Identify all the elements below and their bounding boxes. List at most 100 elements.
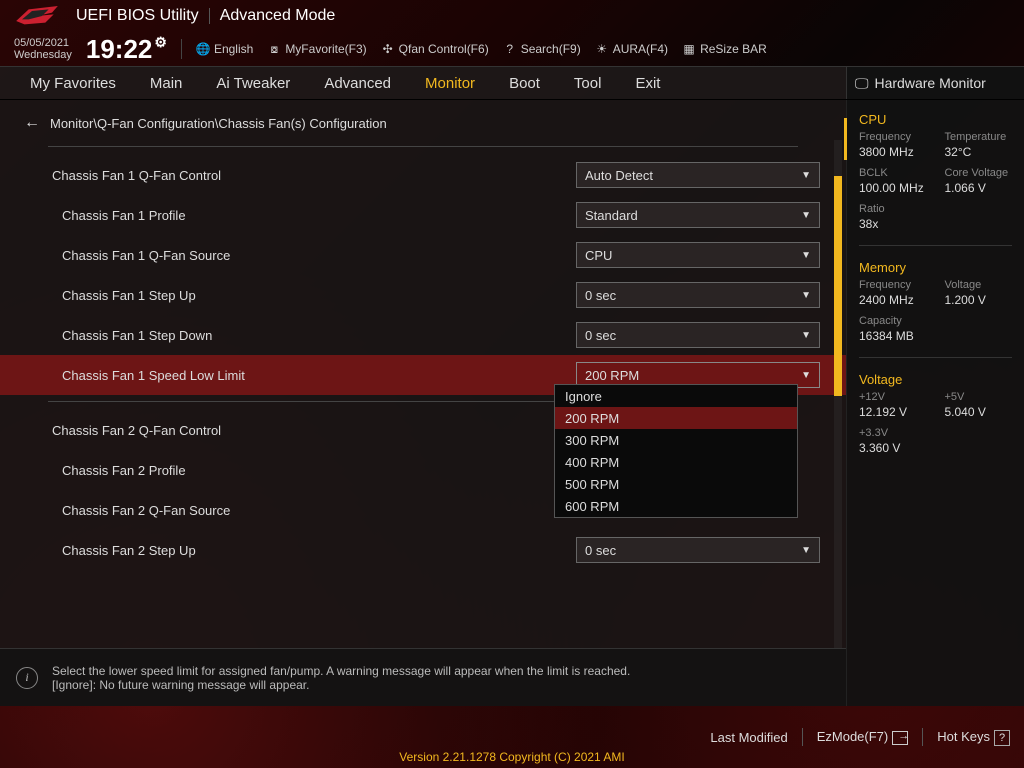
setting-label: Chassis Fan 1 Profile	[62, 208, 576, 223]
setting-label: Chassis Fan 1 Q-Fan Control	[52, 168, 576, 183]
tab-monitor[interactable]: Monitor	[425, 75, 475, 92]
scrollbar-track[interactable]	[834, 140, 842, 648]
myfavorite-button[interactable]: ⧇MyFavorite(F3)	[267, 42, 366, 56]
help-panel: i Select the lower speed limit for assig…	[0, 648, 846, 706]
mem-voltage: 1.200 V	[945, 293, 1013, 307]
title-bar: UEFI BIOS Utility Advanced Mode	[0, 0, 1024, 32]
dropdown-option[interactable]: 200 RPM	[555, 407, 797, 429]
dropdown-option[interactable]: 400 RPM	[555, 451, 797, 473]
chevron-down-icon: ▼	[801, 330, 811, 341]
setting-select[interactable]: 0 sec ▼	[576, 322, 820, 348]
time-display: 19:22⚙	[86, 34, 167, 65]
info-icon: i	[16, 667, 38, 689]
setting-label: Chassis Fan 1 Step Down	[62, 328, 576, 343]
rog-logo	[12, 4, 62, 28]
cpu-core-voltage: 1.066 V	[945, 181, 1013, 195]
setting-select[interactable]: 0 sec ▼	[576, 282, 820, 308]
mode-title: Advanced Mode	[220, 7, 336, 25]
setting-label: Chassis Fan 1 Speed Low Limit	[62, 368, 576, 383]
hw-monitor-header: 🖵 Hardware Monitor	[846, 67, 1024, 99]
language-button[interactable]: 🌐English	[196, 42, 253, 56]
tab-advanced[interactable]: Advanced	[324, 75, 391, 92]
tab-main[interactable]: Main	[150, 75, 183, 92]
globe-icon: 🌐	[196, 42, 210, 56]
voltage-12v: 12.192 V	[859, 405, 927, 419]
chevron-down-icon: ▼	[801, 170, 811, 181]
dropdown-option[interactable]: 600 RPM	[555, 495, 797, 517]
setting-label: Chassis Fan 1 Step Up	[62, 288, 576, 303]
hotkeys-icon: ?	[994, 730, 1010, 746]
fan-icon: ✣	[381, 42, 395, 56]
chevron-down-icon: ▼	[801, 370, 811, 381]
tab-bar: My Favorites Main Ai Tweaker Advanced Monito…	[0, 66, 1024, 100]
ezmode-button[interactable]: EzMode(F7)	[817, 729, 909, 745]
select-value: Auto Detect	[585, 168, 653, 183]
speed-limit-dropdown[interactable]: Ignore200 RPM300 RPM400 RPM500 RPM600 RP…	[554, 384, 798, 518]
select-value: Standard	[585, 208, 638, 223]
select-value: 0 sec	[585, 543, 616, 558]
version-text: Version 2.21.1278 Copyright (C) 2021 AMI	[0, 750, 1024, 768]
tab-ai-tweaker[interactable]: Ai Tweaker	[216, 75, 290, 92]
resize-icon: ▦	[682, 42, 696, 56]
cpu-bclk: 100.00 MHz	[859, 181, 927, 195]
mem-frequency: 2400 MHz	[859, 293, 927, 307]
setting-label: Chassis Fan 1 Q-Fan Source	[62, 248, 576, 263]
search-button[interactable]: ?Search(F9)	[503, 42, 581, 56]
last-modified-button[interactable]: Last Modified	[710, 730, 787, 745]
setting-select[interactable]: Standard ▼	[576, 202, 820, 228]
star-icon: ⧇	[267, 42, 281, 56]
qfan-button[interactable]: ✣Qfan Control(F6)	[381, 42, 489, 56]
ezmode-icon	[892, 731, 908, 745]
footer: Last Modified EzMode(F7) Hot Keys? Versi…	[0, 706, 1024, 768]
monitor-icon: 🖵	[855, 75, 869, 92]
setting-select[interactable]: Auto Detect ▼	[576, 162, 820, 188]
memory-section-title: Memory	[859, 260, 1012, 275]
dropdown-option[interactable]: 500 RPM	[555, 473, 797, 495]
tab-exit[interactable]: Exit	[635, 75, 660, 92]
cpu-ratio: 38x	[859, 217, 927, 231]
select-value: CPU	[585, 248, 612, 263]
setting-select[interactable]: 0 sec ▼	[576, 537, 820, 563]
resizebar-button[interactable]: ▦ReSize BAR	[682, 42, 767, 56]
setting-row[interactable]: Chassis Fan 1 Step Down 0 sec ▼	[0, 315, 846, 355]
breadcrumb: Monitor\Q-Fan Configuration\Chassis Fan(…	[50, 116, 387, 131]
scrollbar-thumb[interactable]	[834, 176, 842, 396]
settings-gear-icon[interactable]: ⚙	[154, 34, 167, 51]
setting-label: Chassis Fan 2 Step Up	[62, 543, 576, 558]
setting-row[interactable]: Chassis Fan 1 Q-Fan Source CPU ▼	[0, 235, 846, 275]
cpu-section-title: CPU	[859, 112, 1012, 127]
mem-capacity: 16384 MB	[859, 329, 927, 343]
setting-row[interactable]: Chassis Fan 2 Step Up 0 sec ▼	[0, 530, 846, 570]
date-block: 05/05/2021 Wednesday	[14, 37, 72, 61]
chevron-down-icon: ▼	[801, 545, 811, 556]
select-value: 0 sec	[585, 328, 616, 343]
chevron-down-icon: ▼	[801, 210, 811, 221]
voltage-section-title: Voltage	[859, 372, 1012, 387]
aura-icon: ☀	[595, 42, 609, 56]
setting-select[interactable]: CPU ▼	[576, 242, 820, 268]
chevron-down-icon: ▼	[801, 290, 811, 301]
voltage-5v: 5.040 V	[945, 405, 1013, 419]
tab-boot[interactable]: Boot	[509, 75, 540, 92]
aura-button[interactable]: ☀AURA(F4)	[595, 42, 668, 56]
dropdown-option[interactable]: 300 RPM	[555, 429, 797, 451]
back-arrow-icon[interactable]: ←	[24, 114, 40, 132]
cpu-temperature: 32°C	[945, 145, 1013, 159]
tab-tool[interactable]: Tool	[574, 75, 602, 92]
chevron-down-icon: ▼	[801, 250, 811, 261]
select-value: 200 RPM	[585, 368, 639, 383]
setting-row[interactable]: Chassis Fan 1 Q-Fan Control Auto Detect ▼	[0, 155, 846, 195]
tab-my-favorites[interactable]: My Favorites	[30, 75, 116, 92]
dropdown-option[interactable]: Ignore	[555, 385, 797, 407]
setting-row[interactable]: Chassis Fan 1 Profile Standard ▼	[0, 195, 846, 235]
search-icon: ?	[503, 42, 517, 56]
select-value: 0 sec	[585, 288, 616, 303]
main-panel: ← Monitor\Q-Fan Configuration\Chassis Fa…	[0, 100, 846, 706]
setting-row[interactable]: Chassis Fan 1 Step Up 0 sec ▼	[0, 275, 846, 315]
cpu-frequency: 3800 MHz	[859, 145, 927, 159]
voltage-3v3: 3.360 V	[859, 441, 927, 455]
app-title: UEFI BIOS Utility	[76, 7, 199, 25]
hardware-monitor-panel: CPU Frequency3800 MHz Temperature32°C BC…	[846, 100, 1024, 706]
info-bar: 05/05/2021 Wednesday 19:22⚙ 🌐English ⧇My…	[0, 32, 1024, 66]
hotkeys-button[interactable]: Hot Keys?	[937, 729, 1010, 746]
